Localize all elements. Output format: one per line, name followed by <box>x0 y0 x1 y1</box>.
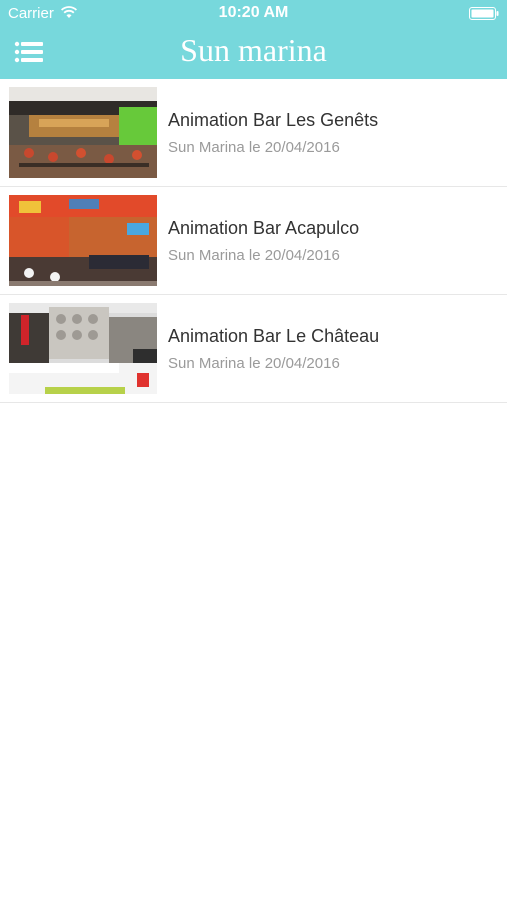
bar-les-genets-photo <box>9 87 157 178</box>
item-title: Animation Bar Le Château <box>168 326 380 346</box>
item-subtitle: Sun Marina le 20/04/2016 <box>168 139 340 156</box>
item-title: Animation Bar Les Genêts <box>168 110 379 130</box>
list-item[interactable]: Animation Bar Les Genêts Sun Marina le 2… <box>0 79 507 187</box>
battery-icon <box>469 7 499 20</box>
item-subtitle: Sun Marina le 20/04/2016 <box>168 247 340 264</box>
list-item[interactable]: Animation Bar Acapulco Sun Marina le 20/… <box>0 187 507 295</box>
nav-header: Carrier 10:20 AM Sun marina <box>0 0 507 79</box>
item-title: Animation Bar Acapulco <box>168 218 360 238</box>
status-time: 10:20 AM <box>218 4 289 21</box>
list-item[interactable]: Animation Bar Le Château Sun Marina le 2… <box>0 295 507 403</box>
bar-le-chateau-photo <box>9 303 157 394</box>
status-bar: Carrier 10:20 AM <box>0 0 507 27</box>
page-title: Sun marina <box>180 32 327 68</box>
bar-acapulco-photo <box>9 195 157 286</box>
item-subtitle: Sun Marina le 20/04/2016 <box>168 355 340 372</box>
event-list: Animation Bar Les Genêts Sun Marina le 2… <box>0 79 507 403</box>
